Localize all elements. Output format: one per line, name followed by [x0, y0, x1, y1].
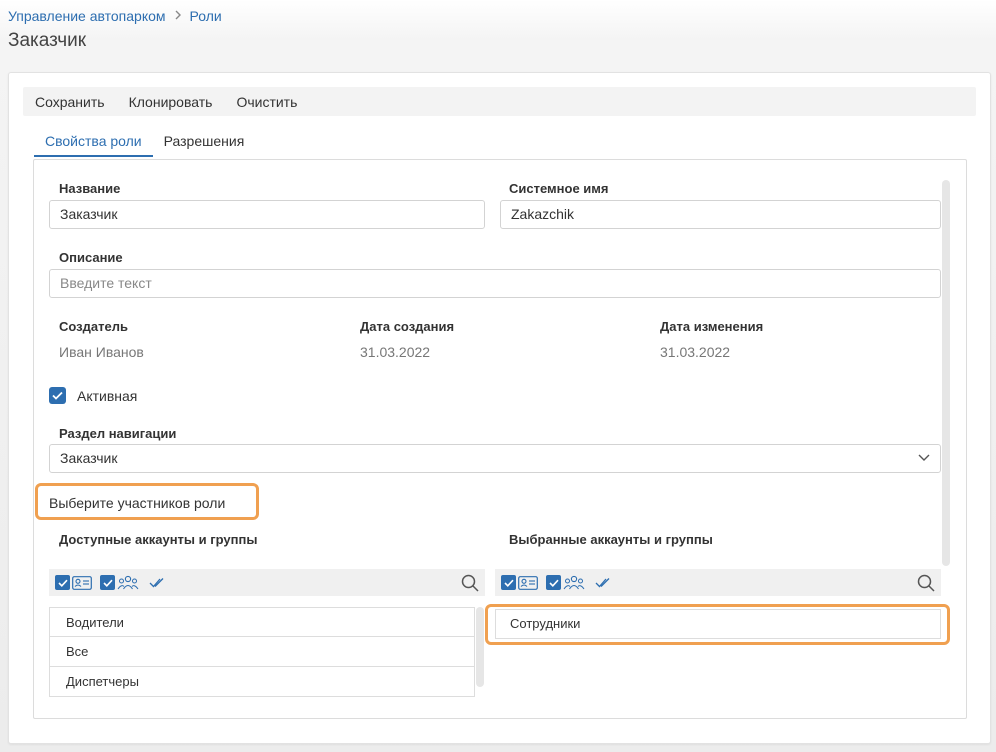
list-item[interactable]: Диспетчеры: [50, 667, 474, 697]
user-card-icon: [518, 575, 538, 590]
chevron-right-icon: [174, 9, 182, 23]
check-icon: [57, 579, 68, 587]
list-item[interactable]: Все: [50, 637, 474, 667]
role-card: Сохранить Клонировать Очистить Свойства …: [8, 72, 991, 744]
tab-role-properties[interactable]: Свойства роли: [34, 133, 153, 157]
modified-date-value: 31.03.2022: [660, 344, 731, 360]
description-label: Описание: [59, 250, 123, 265]
breadcrumb: Управление автопарком Роли: [8, 8, 222, 24]
chevron-down-icon: [918, 454, 930, 461]
clone-button[interactable]: Клонировать: [129, 94, 213, 110]
filter-accounts-toggle[interactable]: [55, 575, 92, 590]
navigation-section-value: Заказчик: [60, 450, 118, 466]
check-all-icon[interactable]: [595, 577, 611, 589]
name-label: Название: [59, 181, 121, 196]
created-date-label: Дата создания: [360, 319, 455, 334]
available-accounts-list: Водители Все Диспетчеры: [49, 607, 475, 697]
role-properties-panel: Название Заказчик Системное имя Zakazchi…: [33, 159, 967, 719]
available-accounts-label: Доступные аккаунты и группы: [59, 532, 258, 547]
list-item[interactable]: Сотрудники: [495, 609, 941, 639]
panel-scrollbar[interactable]: [942, 180, 950, 566]
system-name-label: Системное имя: [509, 181, 609, 196]
save-button[interactable]: Сохранить: [35, 94, 105, 110]
check-icon: [548, 579, 559, 587]
navigation-section-label: Раздел навигации: [59, 426, 177, 441]
list-item[interactable]: Водители: [50, 607, 474, 637]
filter-groups-toggle[interactable]: [100, 575, 139, 591]
system-name-field[interactable]: Zakazchik: [500, 200, 941, 229]
modified-date-label: Дата изменения: [660, 319, 764, 334]
active-checkbox[interactable]: [49, 387, 66, 404]
available-list-scrollbar[interactable]: [476, 607, 484, 687]
tab-bar: Свойства роли Разрешения: [34, 133, 255, 157]
filter-groups-toggle[interactable]: [546, 575, 585, 591]
toolbar: Сохранить Клонировать Очистить: [23, 87, 976, 116]
search-icon[interactable]: [461, 574, 479, 592]
check-icon: [503, 579, 514, 587]
selected-list-toolbar: [495, 569, 941, 596]
user-card-icon: [72, 575, 92, 590]
check-icon: [102, 579, 113, 587]
search-icon[interactable]: [917, 574, 935, 592]
tab-permissions[interactable]: Разрешения: [153, 133, 256, 157]
group-icon: [563, 575, 585, 589]
breadcrumb-current-link[interactable]: Роли: [190, 8, 222, 24]
creator-value: Иван Иванов: [59, 344, 144, 360]
available-list-toolbar: [49, 569, 485, 596]
clear-button[interactable]: Очистить: [236, 94, 297, 110]
selected-accounts-label: Выбранные аккаунты и группы: [509, 532, 713, 547]
created-date-value: 31.03.2022: [360, 344, 431, 360]
breadcrumb-root-link[interactable]: Управление автопарком: [8, 8, 166, 24]
page-title: Заказчик: [8, 30, 87, 51]
creator-label: Создатель: [59, 319, 128, 334]
filter-accounts-toggle[interactable]: [501, 575, 538, 590]
members-title: Выберите участников роли: [49, 495, 226, 511]
navigation-section-select[interactable]: Заказчик: [49, 444, 941, 473]
active-label: Активная: [77, 388, 138, 404]
group-icon: [117, 575, 139, 589]
name-field[interactable]: Заказчик: [49, 200, 485, 229]
check-icon: [52, 391, 63, 400]
description-field[interactable]: Введите текст: [49, 269, 941, 298]
check-all-icon[interactable]: [149, 577, 165, 589]
